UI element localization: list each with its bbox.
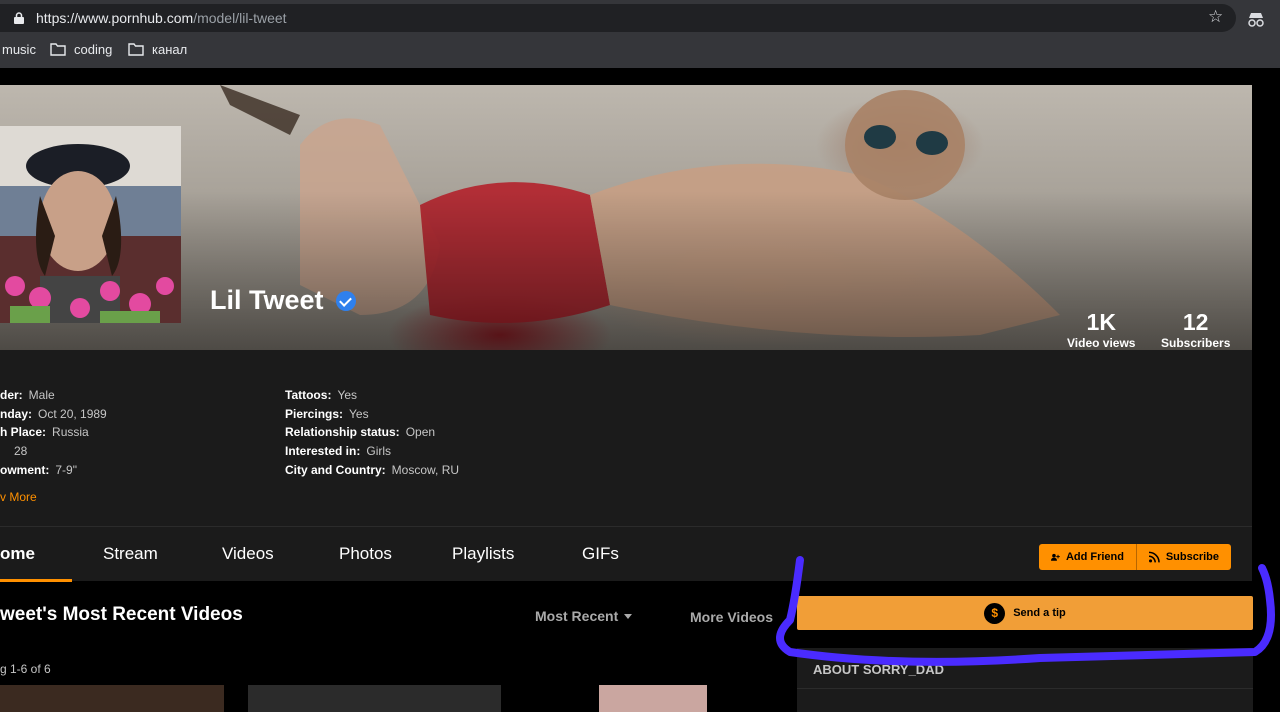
detail-age: 28	[14, 444, 28, 459]
about-title: ABOUT SORRY_DAD	[813, 662, 944, 677]
rss-icon	[1149, 551, 1160, 563]
detail-birth-place: h Place: Russia	[0, 425, 89, 440]
profile-actions: Add Friend Subscribe	[1039, 544, 1231, 570]
detail-city-country: City and Country: Moscow, RU	[285, 462, 460, 477]
bookmark-music[interactable]: music	[2, 42, 36, 57]
send-tip-button[interactable]: $ Send a tip	[797, 596, 1253, 630]
cover-photo-art	[220, 85, 1060, 337]
bookmark-kanal[interactable]: канал	[128, 42, 187, 57]
detail-piercings: Piercings: Yes	[285, 406, 369, 421]
incognito-icon[interactable]	[1246, 9, 1266, 29]
url-host: https://www.pornhub.com	[36, 10, 194, 26]
results-count: g 1-6 of 6	[0, 662, 51, 676]
bookmarks-bar: music coding канал	[0, 38, 1280, 62]
avatar[interactable]	[0, 126, 181, 323]
sort-dropdown[interactable]: Most Recent	[535, 608, 633, 624]
url-text[interactable]: https://www.pornhub.com/model/lil-tweet	[36, 10, 287, 26]
profile-tabs: ome Stream Videos Photos Playlists GIFs …	[0, 526, 1252, 582]
more-videos-link[interactable]: More Videos	[690, 609, 773, 625]
details-right-column: Tattoos: Yes Piercings: Yes Relationship s…	[285, 388, 459, 481]
stat-subscribers: 12 Subscribers	[1161, 309, 1231, 351]
bookmark-star-icon[interactable]: ☆	[1208, 8, 1223, 25]
folder-icon	[50, 43, 66, 56]
avatar-art	[0, 126, 181, 323]
caret-down-icon	[624, 613, 633, 619]
dollar-icon: $	[984, 602, 1006, 624]
details-left-column: der: Male nday: Oct 20, 1989 h Place: Russi…	[0, 388, 107, 481]
verified-badge-icon	[335, 290, 356, 311]
detail-birthday: nday: Oct 20, 1989	[0, 406, 107, 421]
add-friend-button[interactable]: Add Friend	[1039, 544, 1137, 570]
detail-endowment: owment: 7-9"	[0, 462, 77, 477]
lock-icon	[14, 12, 24, 24]
tab-videos[interactable]: Videos	[222, 544, 274, 564]
tab-photos[interactable]: Photos	[339, 544, 392, 564]
detail-interested-in: Interested in: Girls	[285, 444, 392, 459]
profile-details: der: Male nday: Oct 20, 1989 h Place: Russi…	[0, 350, 1252, 526]
video-thumbnail[interactable]	[599, 685, 707, 712]
detail-tattoos: Tattoos: Yes	[285, 388, 358, 402]
active-tab-indicator	[0, 579, 72, 582]
profile-page: Lil Tweet 1K Video views 12 Subscribers …	[0, 68, 1280, 712]
tab-stream[interactable]: Stream	[103, 544, 158, 564]
url-path: /model/lil-tweet	[193, 10, 287, 26]
tab-playlists[interactable]: Playlists	[452, 544, 514, 564]
cover-photo: Lil Tweet 1K Video views 12 Subscribers	[0, 85, 1252, 350]
browser-chrome: https://www.pornhub.com/model/lil-tweet …	[0, 0, 1280, 68]
video-thumbnail[interactable]	[248, 685, 501, 712]
tab-home[interactable]: ome	[0, 544, 35, 564]
detail-gender: der: Male	[0, 388, 55, 402]
detail-relationship: Relationship status: Open	[285, 425, 436, 440]
video-thumbnail[interactable]	[0, 685, 224, 712]
folder-icon	[128, 43, 144, 56]
about-panel: ABOUT SORRY_DAD	[797, 648, 1253, 712]
address-bar[interactable]: https://www.pornhub.com/model/lil-tweet …	[0, 4, 1236, 32]
show-more-link[interactable]: v More	[0, 490, 37, 504]
stat-video-views: 1K Video views	[1067, 309, 1136, 351]
profile-name: Lil Tweet	[210, 285, 356, 316]
bookmark-coding[interactable]: coding	[50, 42, 112, 57]
about-divider	[797, 688, 1253, 689]
recent-videos-title: weet's Most Recent Videos	[0, 604, 243, 625]
add-user-icon	[1051, 553, 1060, 561]
subscribe-button[interactable]: Subscribe	[1137, 544, 1231, 570]
tab-gifs[interactable]: GIFs	[582, 544, 619, 564]
